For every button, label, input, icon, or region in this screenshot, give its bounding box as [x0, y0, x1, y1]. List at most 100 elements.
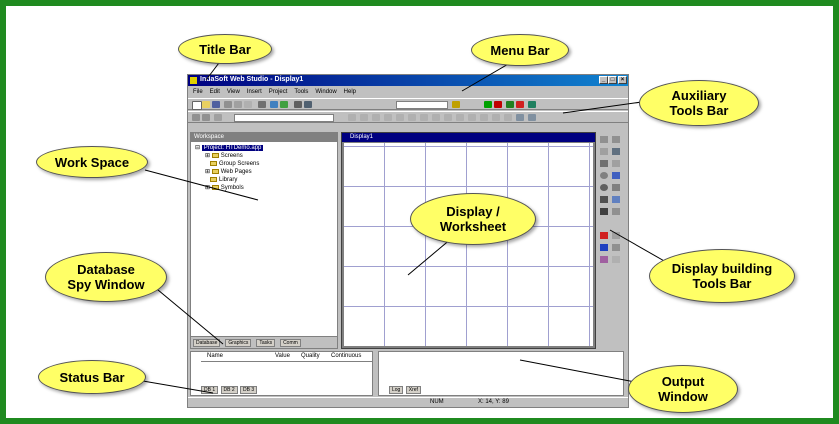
- rectangle-icon[interactable]: [612, 160, 620, 167]
- trend-icon[interactable]: [612, 208, 620, 215]
- hyperlink-icon[interactable]: [612, 244, 620, 251]
- back-icon[interactable]: [192, 114, 200, 121]
- new-icon[interactable]: [192, 101, 202, 110]
- tree-project[interactable]: ⊟ Project: HTDemo.app: [195, 145, 264, 152]
- callout-auxiliary-tools-bar: Auxiliary Tools Bar: [639, 80, 759, 126]
- tag-combo[interactable]: [396, 101, 448, 109]
- back-layer-icon[interactable]: [480, 114, 488, 121]
- menu-file[interactable]: File: [193, 87, 203, 97]
- paste-icon[interactable]: [244, 101, 252, 108]
- tab-db3[interactable]: DB 3: [240, 386, 258, 394]
- web-icon[interactable]: [528, 101, 536, 108]
- open-icon[interactable]: [202, 101, 210, 108]
- lock-icon[interactable]: [516, 114, 524, 121]
- close-button[interactable]: ×: [618, 76, 627, 84]
- rotate-icon[interactable]: [504, 114, 512, 121]
- save-icon[interactable]: [212, 101, 220, 108]
- align-center-icon[interactable]: [360, 114, 368, 121]
- tree-item-web-pages[interactable]: ⊞ Web Pages: [205, 169, 252, 176]
- download-icon[interactable]: [506, 101, 514, 108]
- tab-db2[interactable]: DB 2: [220, 386, 238, 394]
- standard-toolbar: [188, 98, 628, 110]
- callout-database-spy-window: Database Spy Window: [45, 252, 167, 302]
- forward-icon[interactable]: [202, 114, 210, 121]
- output-tabs: Log Xref: [389, 386, 422, 394]
- fit-icon[interactable]: [528, 114, 536, 121]
- tab-log[interactable]: Log: [389, 386, 404, 394]
- align-top-icon[interactable]: [384, 114, 392, 121]
- bargraph-icon[interactable]: [612, 232, 620, 239]
- tab-database[interactable]: Database: [193, 339, 221, 347]
- menu-help[interactable]: Help: [344, 87, 356, 97]
- display-tools-bar: [598, 132, 626, 349]
- button-icon[interactable]: [612, 172, 620, 179]
- flip-icon[interactable]: [492, 114, 500, 121]
- run-icon[interactable]: [484, 101, 492, 108]
- bitmap-icon[interactable]: [612, 196, 620, 203]
- tree-item-group-screens[interactable]: Group Screens: [205, 161, 259, 168]
- select-icon[interactable]: [612, 136, 620, 143]
- tree-item-symbols[interactable]: ⊞ Symbols: [205, 185, 244, 192]
- menu-edit[interactable]: Edit: [210, 87, 220, 97]
- callout-title-bar: Title Bar: [178, 34, 272, 64]
- tag-icon[interactable]: [280, 101, 288, 108]
- tree-item-library[interactable]: Library: [205, 177, 237, 184]
- tab-db1[interactable]: DB 1: [201, 386, 219, 394]
- menu-insert[interactable]: Insert: [247, 87, 262, 97]
- ellipse-icon[interactable]: [600, 172, 608, 179]
- screen-icon[interactable]: [270, 101, 278, 108]
- fill-icon[interactable]: [600, 196, 608, 203]
- tab-comm[interactable]: Comm: [280, 339, 301, 347]
- minimize-button[interactable]: _: [599, 76, 608, 84]
- ungroup-icon[interactable]: [456, 114, 464, 121]
- tree-label: Symbols: [220, 185, 244, 192]
- tab-xref[interactable]: Xref: [405, 386, 421, 394]
- align-bottom-icon[interactable]: [396, 114, 404, 121]
- space-horizontal-icon[interactable]: [408, 114, 416, 121]
- spy-col-quality: Quality: [301, 353, 320, 359]
- find-icon[interactable]: [452, 101, 460, 108]
- callout-output-window: Output Window: [628, 365, 738, 413]
- tab-graphics[interactable]: Graphics: [225, 339, 252, 347]
- group-icon[interactable]: [444, 114, 452, 121]
- object-combo[interactable]: [234, 114, 334, 122]
- front-icon[interactable]: [468, 114, 476, 121]
- maximize-button[interactable]: □: [608, 76, 617, 84]
- command-icon[interactable]: [600, 244, 608, 251]
- tree-item-screens[interactable]: ⊞ Screens: [205, 153, 243, 160]
- menu-view[interactable]: View: [227, 87, 240, 97]
- alarm-icon[interactable]: [600, 208, 608, 215]
- same-size-icon[interactable]: [432, 114, 440, 121]
- position-icon[interactable]: [612, 256, 620, 263]
- zoom-icon[interactable]: [214, 114, 222, 121]
- align-left-icon[interactable]: [348, 114, 356, 121]
- space-vertical-icon[interactable]: [420, 114, 428, 121]
- polygon-icon[interactable]: [612, 184, 620, 191]
- circle-icon[interactable]: [600, 184, 608, 191]
- print-icon[interactable]: [258, 101, 266, 108]
- text-icon[interactable]: [612, 148, 620, 155]
- copy-icon[interactable]: [234, 101, 242, 108]
- cut-icon[interactable]: [224, 101, 232, 108]
- visibility-icon[interactable]: [600, 256, 608, 263]
- menu-window[interactable]: Window: [315, 87, 336, 97]
- stop-icon[interactable]: [494, 101, 502, 108]
- menu-tools[interactable]: Tools: [294, 87, 308, 97]
- tab-tasks[interactable]: Tasks: [256, 339, 276, 347]
- display-title: Display1: [342, 133, 595, 142]
- properties-icon[interactable]: [304, 101, 312, 108]
- title-bar: IndaSoft Web Studio - Display1 _ □ ×: [188, 75, 628, 86]
- remote-icon[interactable]: [516, 101, 524, 108]
- polyline-icon[interactable]: [600, 148, 608, 155]
- pointer-icon[interactable]: [600, 136, 608, 143]
- folder-icon: [210, 161, 218, 166]
- color-icon[interactable]: [600, 232, 608, 239]
- callout-work-space: Work Space: [36, 146, 148, 178]
- auxiliary-toolbar: [188, 111, 628, 123]
- line-icon[interactable]: [600, 160, 608, 167]
- tree-label: Library: [219, 177, 238, 184]
- menu-project[interactable]: Project: [269, 87, 288, 97]
- align-right-icon[interactable]: [372, 114, 380, 121]
- grid-icon[interactable]: [294, 101, 302, 108]
- workspace-tabs: Database Graphics Tasks Comm: [191, 336, 337, 348]
